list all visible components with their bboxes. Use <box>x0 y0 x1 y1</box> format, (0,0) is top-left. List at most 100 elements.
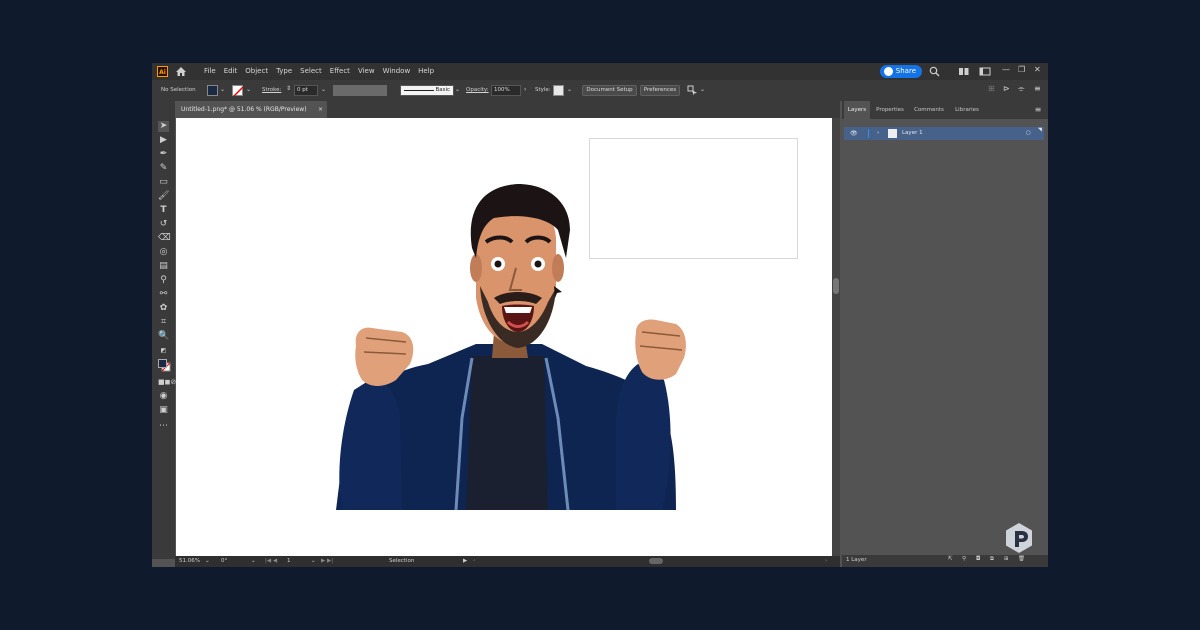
menu-view[interactable]: View <box>358 67 375 75</box>
tab-libraries[interactable]: Libraries <box>950 101 984 119</box>
app-logo: Ai <box>157 66 168 77</box>
locate-object-icon[interactable]: ⚲ <box>962 556 966 562</box>
share-button[interactable]: Share <box>880 65 922 78</box>
menu-edit[interactable]: Edit <box>224 67 238 75</box>
target-circle-icon[interactable]: ○ <box>1026 130 1031 136</box>
eyedropper-tool-icon[interactable]: ⚲ <box>158 275 169 286</box>
panel-menu-icon[interactable]: ≡ <box>1034 84 1041 93</box>
stepper-icon[interactable]: ⇕ <box>286 85 291 92</box>
brush-definition[interactable]: Basic <box>400 85 454 96</box>
layer-name[interactable]: Layer 1 <box>902 130 923 136</box>
clipping-mask-icon[interactable]: ◘ <box>976 556 980 562</box>
close-window-icon[interactable]: ✕ <box>1034 65 1041 74</box>
new-sublayer-icon[interactable]: ⧉ <box>990 556 994 563</box>
menu-object[interactable]: Object <box>245 67 268 75</box>
fill-swatch[interactable] <box>207 85 218 96</box>
rotate-tool-icon[interactable]: ↺ <box>158 219 169 230</box>
pen-tool-icon[interactable]: ✒ <box>158 149 169 160</box>
shape-builder-tool-icon[interactable]: ◎ <box>158 247 169 258</box>
layer-row[interactable]: 👁 › Layer 1 ○ ◥ <box>844 127 1044 140</box>
gradient-tool-icon[interactable]: ▤ <box>158 261 169 272</box>
share-label: Share <box>895 67 916 75</box>
more-tools-icon[interactable]: ⋯ <box>158 421 169 432</box>
transform-icon[interactable]: ⊳ <box>1003 84 1010 93</box>
chevron-down-icon[interactable]: ⌄ <box>251 558 256 564</box>
delete-icon[interactable]: 🗑 <box>1018 556 1025 562</box>
export-icon[interactable]: ⇱ <box>948 556 953 562</box>
panel-menu-icon[interactable]: ≡ <box>1032 101 1044 119</box>
document-setup-button[interactable]: Document Setup <box>582 85 637 96</box>
vectorized-person-artwork[interactable] <box>176 118 832 556</box>
restore-icon[interactable]: ❐ <box>1018 65 1025 74</box>
chevron-down-icon[interactable]: ⌄ <box>205 558 210 564</box>
artboard-canvas[interactable] <box>176 118 832 556</box>
artboard-tool-icon[interactable]: ⌗ <box>158 317 169 328</box>
variable-width-profile[interactable] <box>333 85 387 96</box>
type-tool-icon[interactable]: T <box>158 205 169 216</box>
tab-properties[interactable]: Properties <box>872 101 908 119</box>
preferences-button[interactable]: Preferences <box>640 85 680 96</box>
curvature-tool-icon[interactable]: ✎ <box>158 163 169 174</box>
scrollbar-thumb[interactable] <box>833 278 839 294</box>
eye-icon[interactable]: 👁 <box>850 130 858 137</box>
graphic-style-swatch[interactable] <box>553 85 564 96</box>
tab-comments[interactable]: Comments <box>910 101 948 119</box>
align-icon[interactable]: ⊞ <box>988 84 995 93</box>
search-icon[interactable] <box>929 66 940 77</box>
fill-stroke-icon[interactable] <box>158 359 171 372</box>
menu-help[interactable]: Help <box>418 67 434 75</box>
hscroll-right-icon[interactable]: › <box>825 558 827 564</box>
zoom-level[interactable]: 51.06% <box>179 558 200 564</box>
close-tab-icon[interactable]: × <box>318 101 323 118</box>
next-artboard-icon[interactable]: ▶ ▶| <box>321 558 333 564</box>
color-modes-icon[interactable]: ■◼⊘ <box>158 377 176 388</box>
minimize-icon[interactable]: — <box>1002 65 1010 74</box>
symbol-sprayer-tool-icon[interactable]: ✿ <box>158 303 169 314</box>
chevron-down-icon[interactable]: ⌄ <box>311 558 316 564</box>
opacity-label[interactable]: Opacity: <box>466 87 489 93</box>
horizontal-scrollbar-thumb[interactable] <box>649 558 663 564</box>
menu-type[interactable]: Type <box>276 67 292 75</box>
hscroll-left-icon[interactable]: ‹ <box>473 558 475 564</box>
stroke-weight-field[interactable]: 0 pt <box>294 85 318 96</box>
menu-effect[interactable]: Effect <box>330 67 350 75</box>
play-icon[interactable]: ▶ <box>463 558 467 564</box>
expand-chevron-icon[interactable]: › <box>877 130 879 136</box>
menu-file[interactable]: File <box>204 67 216 75</box>
selection-tool-icon[interactable]: ➤ <box>158 121 169 132</box>
chevron-right-icon[interactable]: › <box>524 86 526 93</box>
blend-tool-icon[interactable]: ⚯ <box>158 289 169 300</box>
rectangle-tool-icon[interactable]: ▭ <box>158 177 169 188</box>
chevron-down-icon[interactable]: ⌄ <box>700 86 705 93</box>
chevron-down-icon[interactable]: ⌄ <box>220 86 225 93</box>
stroke-swatch[interactable] <box>232 85 244 97</box>
artboard-number[interactable]: 1 <box>287 558 291 564</box>
home-icon[interactable] <box>175 66 187 77</box>
new-layer-icon[interactable]: ⊞ <box>1004 556 1009 562</box>
chevron-down-icon[interactable]: ⌄ <box>455 86 460 93</box>
menu-window[interactable]: Window <box>383 67 411 75</box>
style-label: Style: <box>535 87 551 93</box>
chevron-down-icon[interactable]: ⌄ <box>321 86 326 93</box>
first-artboard-icon[interactable]: |◀ ◀ <box>265 558 277 564</box>
vertical-scrollbar[interactable] <box>832 118 840 556</box>
menu-select[interactable]: Select <box>300 67 322 75</box>
paintbrush-tool-icon[interactable]: 🖌 <box>158 191 169 202</box>
stroke-label[interactable]: Stroke: <box>262 87 281 93</box>
direct-selection-tool-icon[interactable]: ▶ <box>158 135 169 146</box>
opacity-field[interactable]: 100% <box>491 85 521 96</box>
isolate-icon[interactable]: ⌯ <box>1018 84 1024 94</box>
tab-layers[interactable]: Layers <box>844 101 870 119</box>
eraser-tool-icon[interactable]: ⌫ <box>158 233 171 244</box>
draw-mode-icon[interactable]: ◉ <box>158 391 169 402</box>
rotation-value[interactable]: 0° <box>221 558 227 564</box>
select-similar-icon[interactable] <box>687 85 698 96</box>
chevron-down-icon[interactable]: ⌄ <box>246 86 251 93</box>
screen-mode-icon[interactable]: ▣ <box>158 405 169 416</box>
zoom-tool-icon[interactable]: 🔍 <box>158 331 169 342</box>
chevron-down-icon[interactable]: ⌄ <box>567 86 572 93</box>
arrange-documents-icon[interactable] <box>958 66 970 77</box>
workspace-switcher-icon[interactable] <box>979 66 991 77</box>
document-tab[interactable]: Untitled-1.png* @ 51.06 % (RGB/Preview) … <box>175 101 327 118</box>
default-colors-icon[interactable]: ◩ <box>158 345 169 356</box>
